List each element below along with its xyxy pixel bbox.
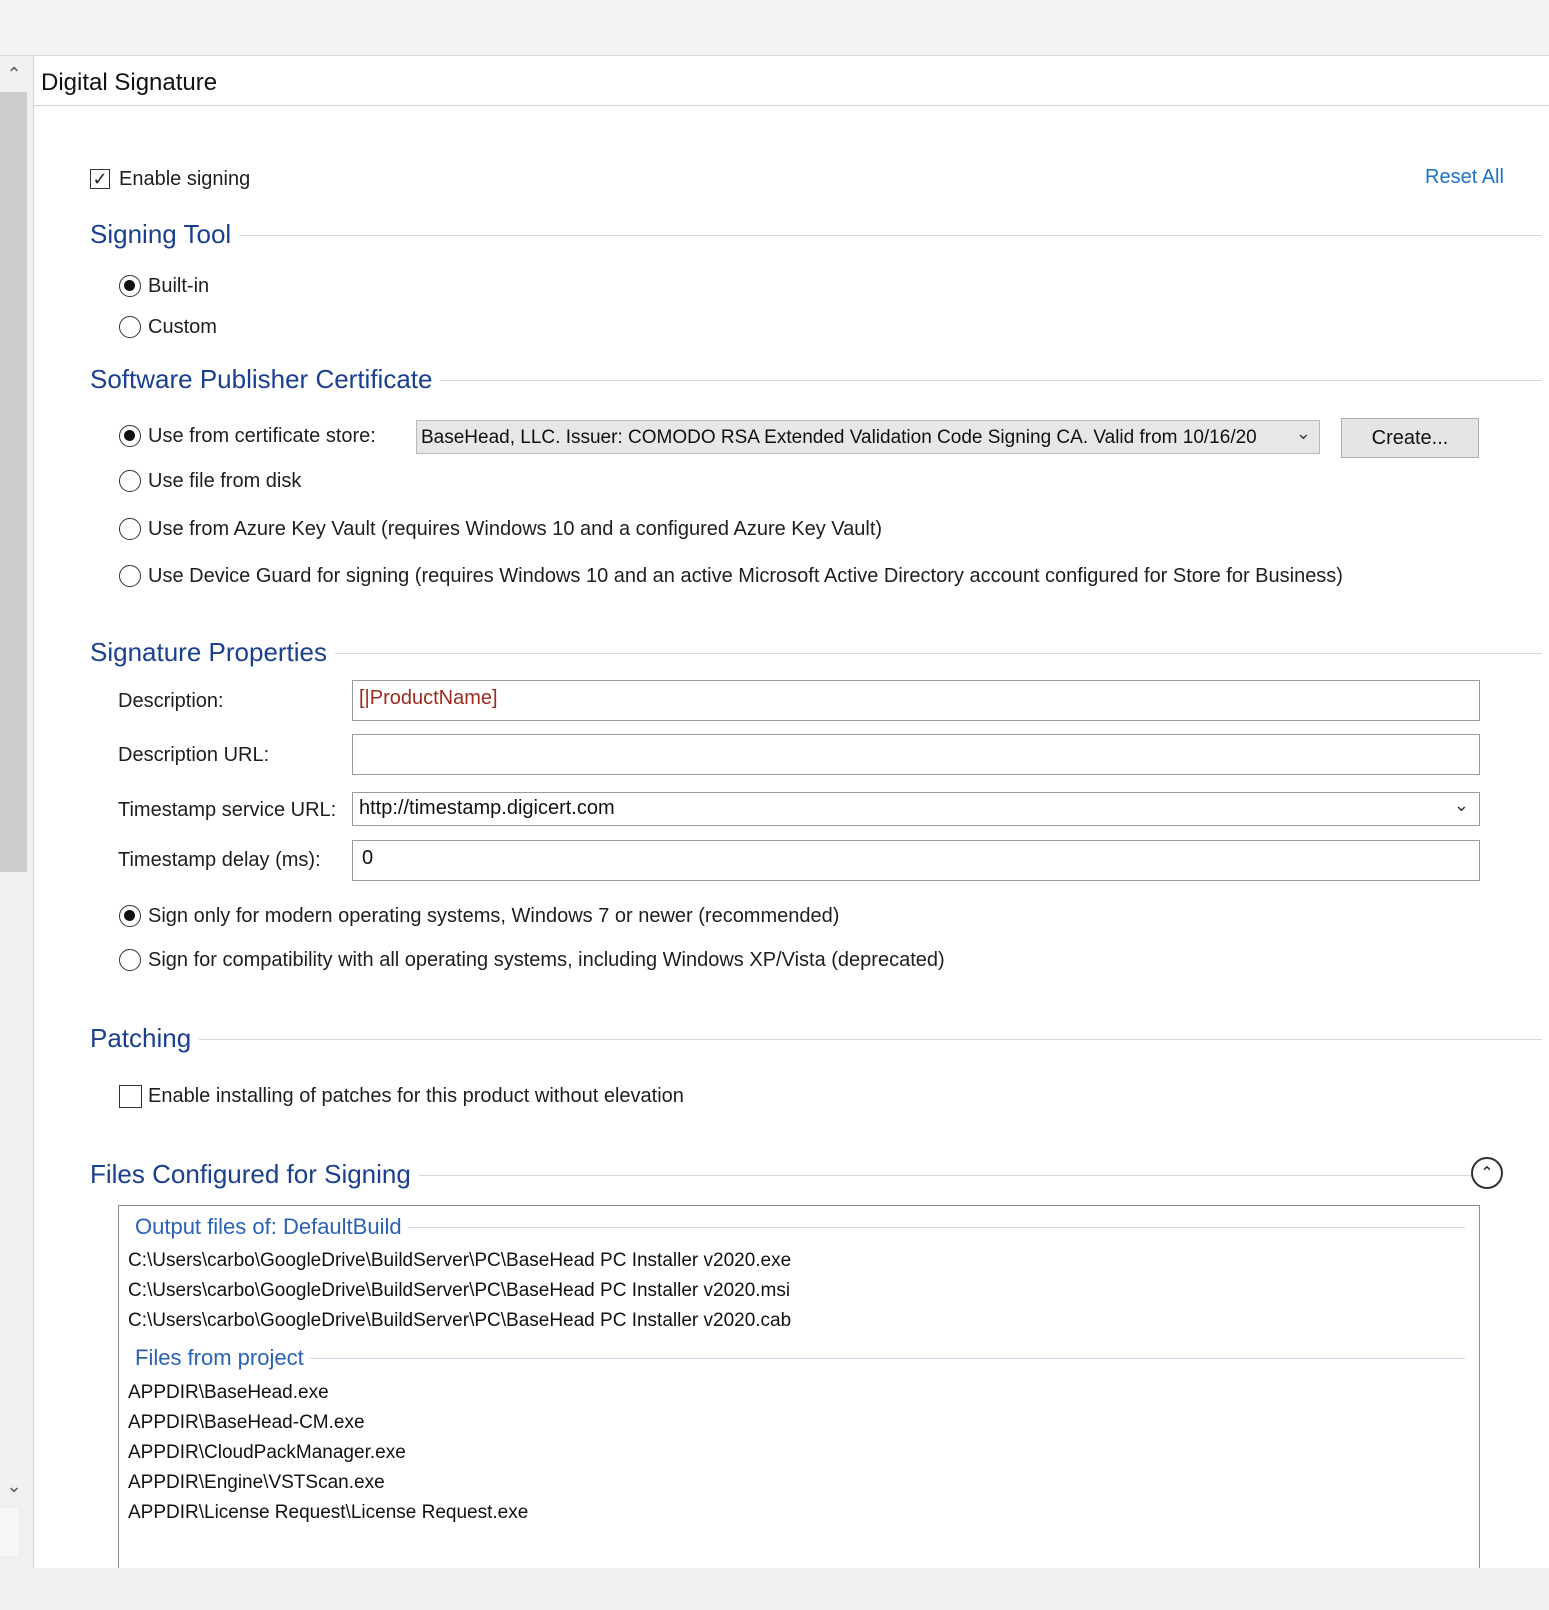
chevron-up-icon[interactable]: ⌃ — [2, 62, 26, 86]
radio-custom-label: Custom — [148, 316, 217, 338]
chevron-down-icon[interactable]: ⌄ — [1454, 795, 1469, 816]
project-files-group-header: Files from project — [135, 1343, 1465, 1373]
radio-sign-compatible[interactable] — [119, 949, 141, 971]
timestamp-url-combobox[interactable]: http://timestamp.digicert.com ⌄ — [352, 792, 1480, 826]
page-header: Digital Signature — [34, 56, 1549, 106]
radio-built-in-label: Built-in — [148, 275, 210, 297]
certificate-store-value: BaseHead, LLC. Issuer: COMODO RSA Extend… — [421, 427, 1257, 448]
group-divider — [309, 1357, 1465, 1359]
section-divider — [199, 1038, 1542, 1040]
signing-tool-section: Signing Tool — [90, 216, 1542, 252]
scrollbar-thumb[interactable] — [0, 92, 27, 872]
certificate-section: Software Publisher Certificate — [90, 361, 1542, 397]
chevron-up-circle-icon[interactable]: ⌃ — [1471, 1157, 1503, 1189]
signature-properties-section: Signature Properties — [90, 634, 1542, 670]
list-item[interactable]: APPDIR\BaseHead.exe — [128, 1382, 329, 1404]
radio-custom[interactable] — [119, 316, 141, 338]
section-title: Patching — [90, 1022, 192, 1053]
list-item[interactable]: C:\Users\carbo\GoogleDrive\BuildServer\P… — [128, 1250, 791, 1272]
radio-built-in[interactable] — [119, 275, 141, 297]
radio-azure-key-vault-label: Use from Azure Key Vault (requires Windo… — [148, 518, 883, 540]
radio-file-from-disk-label: Use file from disk — [148, 470, 302, 492]
check-icon: ✓ — [92, 169, 108, 189]
section-title: Files Configured for Signing — [90, 1158, 411, 1189]
description-url-label: Description URL: — [118, 744, 270, 766]
list-item[interactable]: APPDIR\License Request\License Request.e… — [128, 1502, 528, 1524]
settings-panel: Digital Signature ✓ Enable signing Reset… — [33, 56, 1549, 1568]
top-bar — [0, 0, 1549, 56]
description-url-input[interactable] — [352, 734, 1480, 775]
certificate-store-select[interactable]: BaseHead, LLC. Issuer: COMODO RSA Extend… — [416, 420, 1320, 454]
radio-device-guard[interactable] — [119, 565, 141, 587]
section-title: Signing Tool — [90, 218, 232, 249]
list-item[interactable]: C:\Users\carbo\GoogleDrive\BuildServer\P… — [128, 1310, 791, 1332]
radio-file-from-disk[interactable] — [119, 470, 141, 492]
group-divider — [407, 1226, 1465, 1228]
radio-sign-modern-label: Sign only for modern operating systems, … — [148, 905, 840, 927]
radio-sign-modern[interactable] — [119, 905, 141, 927]
timestamp-delay-value: 0 — [362, 847, 374, 869]
group-title: Files from project — [135, 1345, 304, 1370]
radio-device-guard-label: Use Device Guard for signing (requires W… — [148, 565, 1343, 587]
files-section: Files Configured for Signing — [90, 1156, 1490, 1192]
create-certificate-button[interactable]: Create... — [1341, 418, 1479, 458]
scrollbar-corner — [0, 1508, 18, 1556]
list-item[interactable]: C:\Users\carbo\GoogleDrive\BuildServer\P… — [128, 1280, 790, 1302]
files-list-box: Output files of: DefaultBuild C:\Users\c… — [118, 1205, 1480, 1568]
section-title: Software Publisher Certificate — [90, 363, 433, 394]
chevron-down-icon[interactable]: ⌄ — [2, 1474, 26, 1498]
chevron-down-icon: ⌄ — [1295, 423, 1311, 443]
reset-all-link[interactable]: Reset All — [1425, 166, 1504, 189]
enable-signing-label: Enable signing — [119, 168, 251, 190]
section-divider — [335, 652, 1542, 654]
section-divider — [239, 234, 1542, 236]
list-item[interactable]: APPDIR\CloudPackManager.exe — [128, 1442, 406, 1464]
description-input[interactable]: [|ProductName] — [352, 680, 1480, 721]
section-divider — [418, 1174, 1490, 1176]
group-title: Output files of: DefaultBuild — [135, 1214, 402, 1239]
list-item[interactable]: APPDIR\Engine\VSTScan.exe — [128, 1472, 385, 1494]
enable-patches-checkbox[interactable] — [119, 1085, 142, 1108]
timestamp-url-value: http://timestamp.digicert.com — [359, 797, 615, 819]
enable-signing-checkbox[interactable]: ✓ — [90, 169, 110, 189]
radio-certificate-store[interactable] — [119, 425, 141, 447]
timestamp-delay-label: Timestamp delay (ms): — [118, 849, 321, 871]
timestamp-url-label: Timestamp service URL: — [118, 799, 337, 821]
section-title: Signature Properties — [90, 636, 328, 667]
description-label: Description: — [118, 690, 224, 712]
enable-patches-label: Enable installing of patches for this pr… — [148, 1085, 684, 1107]
radio-sign-compatible-label: Sign for compatibility with all operatin… — [148, 949, 945, 971]
output-files-group-header: Output files of: DefaultBuild — [135, 1212, 1465, 1242]
description-value: [|ProductName] — [359, 687, 498, 709]
list-item[interactable]: APPDIR\BaseHead-CM.exe — [128, 1412, 365, 1434]
page-title: Digital Signature — [41, 69, 218, 96]
timestamp-delay-input[interactable]: 0 — [352, 840, 1480, 881]
patching-section: Patching — [90, 1020, 1542, 1056]
vertical-scrollbar[interactable]: ⌃ ⌄ — [0, 56, 32, 1568]
radio-azure-key-vault[interactable] — [119, 518, 141, 540]
section-divider — [440, 379, 1542, 381]
radio-certificate-store-label: Use from certificate store: — [148, 425, 376, 447]
